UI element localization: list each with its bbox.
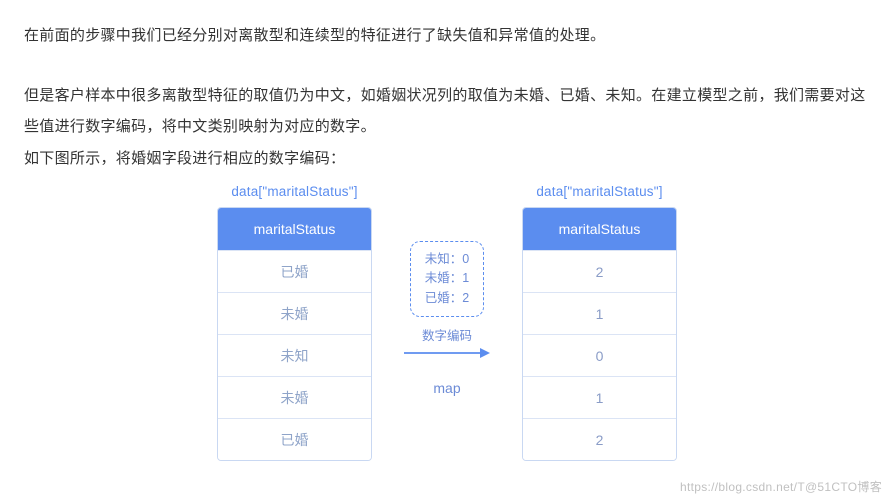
left-column: data["maritalStatus"] maritalStatus 已婚 未…: [217, 184, 372, 461]
table-row: 1: [523, 292, 676, 334]
left-table: maritalStatus 已婚 未婚 未知 未婚 已婚: [217, 207, 372, 461]
mapping-section: 未知：0 未婚：1 已婚：2 数字编码 map: [372, 184, 522, 396]
table-row: 已婚: [218, 250, 371, 292]
mapping-row: 未婚：1: [425, 269, 469, 288]
right-column: data["maritalStatus"] maritalStatus 2 1 …: [522, 184, 677, 461]
mapping-row: 已婚：2: [425, 289, 469, 308]
paragraph-3: 如下图所示，将婚姻字段进行相应的数字编码：: [24, 143, 870, 175]
mapping-bubble: 未知：0 未婚：1 已婚：2: [410, 241, 484, 317]
table-row: 未婚: [218, 376, 371, 418]
paragraph-1: 在前面的步骤中我们已经分别对离散型和连续型的特征进行了缺失值和异常值的处理。: [24, 20, 870, 52]
right-table: maritalStatus 2 1 0 1 2: [522, 207, 677, 461]
table-row: 1: [523, 376, 676, 418]
encoding-diagram: data["maritalStatus"] maritalStatus 已婚 未…: [24, 184, 870, 461]
table-row: 2: [523, 418, 676, 460]
map-label: map: [433, 380, 460, 396]
right-column-label: data["maritalStatus"]: [536, 184, 662, 199]
left-table-header: maritalStatus: [218, 208, 371, 250]
table-row: 未婚: [218, 292, 371, 334]
watermark: https://blog.csdn.net/T@51CTO博客: [680, 478, 882, 495]
table-row: 已婚: [218, 418, 371, 460]
paragraph-2: 但是客户样本中很多离散型特征的取值仍为中文，如婚姻状况列的取值为未婚、已婚、未知…: [24, 80, 870, 143]
arrow-icon: [402, 346, 492, 360]
table-row: 2: [523, 250, 676, 292]
right-table-header: maritalStatus: [523, 208, 676, 250]
table-row: 0: [523, 334, 676, 376]
mapping-row: 未知：0: [425, 250, 469, 269]
left-column-label: data["maritalStatus"]: [231, 184, 357, 199]
table-row: 未知: [218, 334, 371, 376]
arrow-label: 数字编码: [422, 325, 472, 344]
